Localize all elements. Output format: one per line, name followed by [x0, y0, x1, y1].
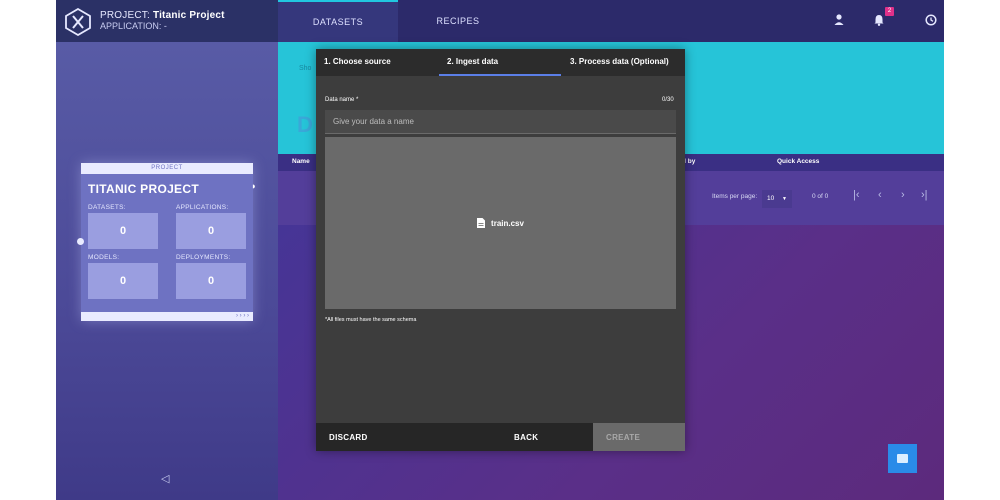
user-icon[interactable] [831, 12, 847, 28]
next-page-icon[interactable]: › [901, 189, 905, 201]
stat-label-deployments: DEPLOYMENTS: [176, 254, 231, 261]
stat-label-models: MODELS: [88, 254, 120, 261]
project-card[interactable]: PROJECT TITANIC PROJECT ◗ DATASETS: 0 AP… [81, 163, 256, 321]
step-choose-source[interactable]: 1. Choose source [324, 57, 391, 69]
sidebar: PROJECT: Titanic Project APPLICATION: - … [56, 0, 278, 500]
step-ingest-data[interactable]: 2. Ingest data [447, 57, 498, 69]
app-window: PROJECT: Titanic Project APPLICATION: - … [56, 0, 944, 500]
data-name-label: Data name * [325, 97, 359, 103]
history-icon[interactable] [923, 12, 939, 28]
back-button[interactable]: BACK [514, 423, 538, 451]
items-per-page-select[interactable]: 10 ▼ [762, 190, 792, 208]
data-name-input[interactable] [325, 110, 676, 134]
schema-note: *All files must have the same schema [325, 317, 417, 323]
card-arrow-icon[interactable]: ◗ [251, 181, 256, 191]
collapse-sidebar-icon[interactable]: ◁ [161, 472, 169, 485]
project-prefix: PROJECT: [100, 10, 150, 21]
sidebar-header: PROJECT: Titanic Project APPLICATION: - [56, 0, 278, 42]
stat-label-applications: APPLICATIONS: [176, 204, 229, 211]
file-name: train.csv [491, 218, 524, 228]
create-dataset-modal: 1. Choose source 2. Ingest data 3. Proce… [316, 49, 685, 451]
file-icon [477, 218, 486, 228]
card-title: TITANIC PROJECT [88, 182, 199, 196]
stat-value-models[interactable]: 0 [88, 263, 158, 299]
column-header-quick-access: Quick Access [777, 158, 820, 165]
column-header-name[interactable]: Name [292, 158, 310, 165]
app-logo-icon[interactable] [64, 8, 92, 36]
stat-value-applications[interactable]: 0 [176, 213, 246, 249]
carousel-dot[interactable] [77, 238, 84, 245]
file-drop-zone[interactable]: train.csv [325, 137, 676, 309]
items-per-page-value: 10 [767, 195, 775, 202]
first-page-icon[interactable]: |‹ [853, 189, 860, 201]
items-per-page-label: Items per page: [712, 193, 758, 200]
tab-datasets[interactable]: DATASETS [278, 0, 398, 42]
discard-button[interactable]: DISCARD [329, 423, 368, 451]
chat-icon [897, 454, 908, 463]
application-label: APPLICATION: - [100, 21, 167, 31]
stat-value-datasets[interactable]: 0 [88, 213, 158, 249]
chat-button[interactable] [888, 444, 917, 473]
step-process-data[interactable]: 3. Process data (Optional) [570, 57, 669, 69]
stat-label-datasets: DATASETS: [88, 204, 126, 211]
card-tag: PROJECT [81, 163, 253, 174]
file-item: train.csv [477, 218, 524, 228]
page-count: 0 of 0 [812, 193, 829, 200]
active-step-indicator [439, 74, 561, 76]
breadcrumb[interactable]: Sho [299, 65, 311, 72]
stat-value-deployments[interactable]: 0 [176, 263, 246, 299]
modal-footer: DISCARD BACK CREATE [316, 423, 685, 451]
project-label: PROJECT: Titanic Project [100, 10, 225, 21]
last-page-icon[interactable]: ›| [921, 189, 928, 201]
tab-recipes[interactable]: RECIPES [398, 0, 518, 42]
notification-badge: 2 [885, 7, 894, 16]
create-button[interactable]: CREATE [593, 423, 685, 451]
prev-page-icon[interactable]: ‹ [878, 189, 882, 201]
stepper: 1. Choose source 2. Ingest data 3. Proce… [316, 49, 685, 76]
page-title: D [297, 112, 313, 137]
top-navigation: DATASETS RECIPES 2 ? [278, 0, 944, 42]
chevron-down-icon: ▼ [782, 196, 787, 202]
project-name: Titanic Project [152, 10, 225, 21]
card-footer[interactable]: › › › › [81, 312, 253, 321]
character-counter: 0/30 [662, 97, 674, 103]
